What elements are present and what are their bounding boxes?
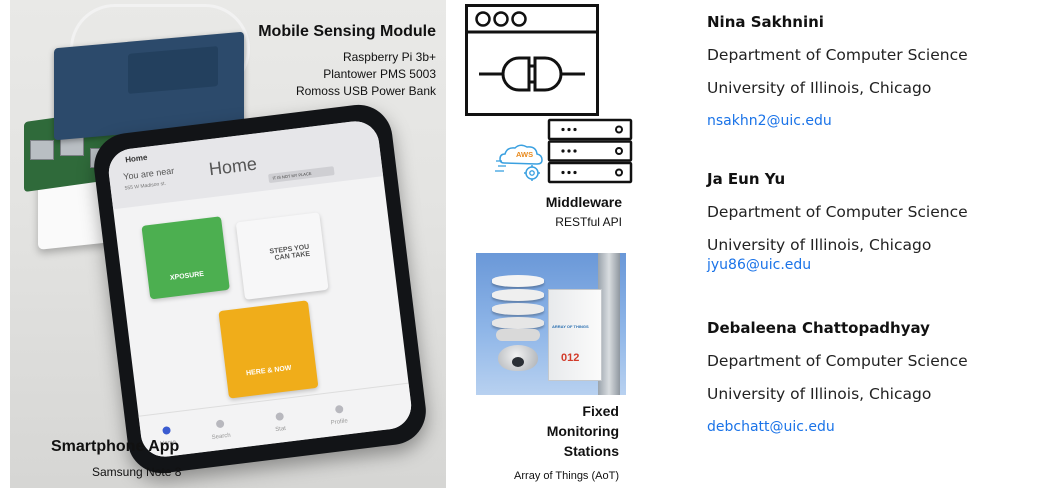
smartphone: Home You are near Home 555 W Madison st.… bbox=[90, 100, 430, 478]
system-photo: Home You are near Home 555 W Madison st.… bbox=[10, 0, 446, 488]
author-name: Ja Eun Yu bbox=[707, 170, 786, 188]
module-component-1: Raspberry Pi 3b+ bbox=[342, 50, 436, 64]
middleware-title: Middleware bbox=[545, 194, 622, 210]
author-block: Ja Eun Yu Department of Computer Science… bbox=[707, 169, 968, 275]
home-icon[interactable] bbox=[162, 425, 171, 435]
xposure-tile[interactable]: XPOSURE bbox=[141, 216, 230, 300]
author-name: Nina Sakhnini bbox=[707, 13, 824, 31]
module-component-2: Plantower PMS 5003 bbox=[323, 67, 436, 81]
author-university: University of Illinois, Chicago bbox=[707, 236, 932, 254]
cloud-gear-icon bbox=[495, 144, 543, 181]
stations-title: Fixed Monitoring Stations bbox=[476, 401, 619, 461]
chip-label: IT IS NOT MY PLACE bbox=[272, 170, 312, 181]
module-component-3: Romoss USB Power Bank bbox=[295, 84, 436, 98]
stat-icon[interactable] bbox=[275, 412, 285, 422]
aot-box-label: ARRAY OF THINGS bbox=[552, 324, 589, 329]
author-department: Department of Computer Science bbox=[707, 203, 968, 221]
xposure-label: XPOSURE bbox=[169, 270, 205, 282]
app-header: Home You are near Home 555 W Madison st.… bbox=[106, 118, 384, 210]
aot-station-photo: ARRAY OF THINGS 012 bbox=[476, 253, 626, 395]
phone-screen: Home You are near Home 555 W Madison st.… bbox=[106, 118, 414, 460]
here-now-tile[interactable]: HERE & NOW bbox=[218, 300, 319, 399]
module-title: Mobile Sensing Module bbox=[258, 23, 436, 40]
here-now-label: HERE & NOW bbox=[245, 364, 292, 378]
app-title: Smartphone App bbox=[51, 438, 180, 455]
aot-enclosure: ARRAY OF THINGS 012 bbox=[548, 289, 602, 381]
near-text: You are near bbox=[122, 165, 175, 182]
author-block: Debaleena Chattopadhyay Department of Co… bbox=[707, 318, 968, 437]
middleware-subtitle: RESTful API bbox=[555, 215, 622, 229]
nav-stat-label: Stat bbox=[274, 425, 287, 434]
author-block: Nina Sakhnini Department of Computer Sci… bbox=[707, 12, 968, 131]
plug-window-icon bbox=[465, 4, 599, 116]
author-university: University of Illinois, Chicago bbox=[707, 79, 932, 97]
search-icon[interactable] bbox=[215, 419, 225, 429]
steps-label: STEPS YOU CAN TAKE bbox=[269, 243, 311, 262]
usb-port bbox=[30, 140, 54, 160]
author-university: University of Illinois, Chicago bbox=[707, 385, 932, 403]
stations-title-line-3: Stations bbox=[563, 443, 619, 459]
author-email[interactable]: debchatt@uic.edu bbox=[707, 417, 968, 437]
server-stack-icon bbox=[547, 118, 633, 184]
sensor-housing bbox=[128, 46, 218, 94]
author-department: Department of Computer Science bbox=[707, 46, 968, 64]
nav-profile-label: Profile bbox=[330, 418, 349, 427]
stations-title-line-2: Monitoring bbox=[546, 423, 619, 439]
author-email[interactable]: nsakhn2@uic.edu bbox=[707, 111, 968, 131]
author-department: Department of Computer Science bbox=[707, 352, 968, 370]
steps-tile[interactable]: STEPS YOU CAN TAKE bbox=[235, 212, 329, 300]
not-my-place-chip[interactable]: IT IS NOT MY PLACE bbox=[268, 166, 335, 184]
stations-subtitle: Array of Things (AoT) bbox=[514, 470, 619, 482]
address-text: 555 W Madison st. bbox=[124, 180, 167, 192]
profile-icon[interactable] bbox=[334, 404, 344, 414]
app-device: Samsung Note 8 bbox=[92, 465, 182, 479]
stations-title-line-1: Fixed bbox=[582, 403, 619, 419]
aws-badge: AWS bbox=[516, 150, 534, 159]
author-name: Debaleena Chattopadhyay bbox=[707, 319, 930, 337]
author-email[interactable]: jyu86@uic.edu bbox=[707, 255, 968, 275]
nav-search-label: Search bbox=[211, 432, 232, 441]
camera-lens bbox=[512, 357, 524, 367]
radiation-shield bbox=[492, 275, 544, 347]
app-header-label: Home bbox=[124, 152, 148, 165]
aot-box-number: 012 bbox=[561, 352, 580, 364]
bottom-nav: Home Search Stat Profile bbox=[138, 382, 414, 460]
location-title: Home bbox=[207, 153, 258, 180]
aws-cloud-icon: AWS bbox=[494, 141, 544, 183]
